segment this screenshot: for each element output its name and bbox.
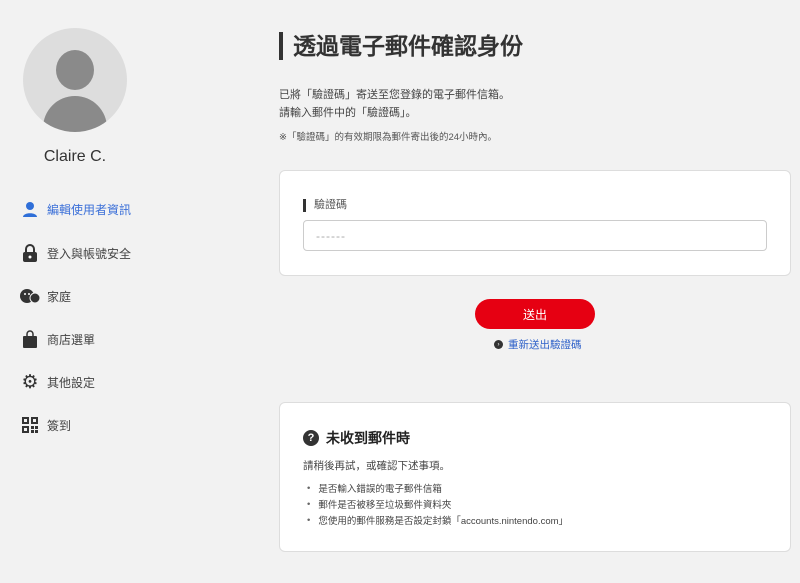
sidebar-item-settings[interactable]: ⚙ 其他設定 (20, 371, 95, 393)
submit-button[interactable]: 送出 (475, 299, 595, 329)
sidebar-item-checkin[interactable]: 簽到 (20, 414, 71, 436)
sidebar-item-label: 簽到 (47, 418, 72, 433)
shopping-bag-icon (20, 329, 40, 349)
user-icon (20, 199, 40, 219)
help-heading: ? 未收到郵件時 (303, 428, 410, 448)
verification-code-input[interactable] (303, 220, 767, 251)
page-title: 透過電子郵件確認身份 (279, 32, 523, 60)
sidebar-item-edit-profile[interactable]: 編輯使用者資訊 (20, 198, 131, 220)
list-item: 是否輸入錯誤的電子郵件信箱 (303, 480, 568, 496)
validity-note: ※「驗證碼」的有效期限為郵件寄出後的24小時內。 (279, 132, 498, 143)
help-heading-text: 未收到郵件時 (326, 430, 410, 446)
lock-icon (20, 243, 40, 263)
sidebar-item-family[interactable]: 家庭 (20, 285, 71, 307)
description: 已將「驗證碼」寄送至您登錄的電子郵件信箱。 (279, 89, 510, 101)
sidebar-item-label: 其他設定 (47, 375, 96, 390)
resend-code-link[interactable]: › 重新送出驗證碼 (494, 337, 582, 352)
code-label: 驗證碼 (303, 199, 347, 212)
help-card (279, 402, 791, 552)
help-intro: 請稍後再試，或確認下述事項。 (303, 460, 450, 472)
sidebar-item-label: 商店選單 (47, 332, 96, 347)
sidebar-item-label: 家庭 (47, 289, 72, 304)
list-item: 您使用的郵件服務是否設定封鎖「accounts.nintendo.com」 (303, 512, 568, 528)
gear-icon: ⚙ (21, 371, 39, 393)
sidebar-item-label: 編輯使用者資訊 (47, 202, 132, 217)
description: 請輸入郵件中的「驗證碼」。 (279, 107, 417, 119)
sidebar-item-label: 登入與帳號安全 (47, 246, 132, 261)
user-name: Claire C. (43, 148, 107, 165)
qr-code-icon (20, 415, 40, 435)
sidebar-item-security[interactable]: 登入與帳號安全 (20, 242, 131, 264)
sidebar-item-shop[interactable]: 商店選單 (20, 328, 95, 350)
help-list: 是否輸入錯誤的電子郵件信箱 郵件是否被移至垃圾郵件資料夾 您使用的郵件服務是否設… (303, 480, 568, 528)
list-item: 郵件是否被移至垃圾郵件資料夾 (303, 496, 568, 512)
avatar (23, 28, 127, 132)
chevron-right-icon: › (494, 340, 503, 349)
question-icon: ? (303, 430, 319, 446)
family-icon (20, 286, 40, 306)
resend-label: 重新送出驗證碼 (508, 339, 582, 351)
